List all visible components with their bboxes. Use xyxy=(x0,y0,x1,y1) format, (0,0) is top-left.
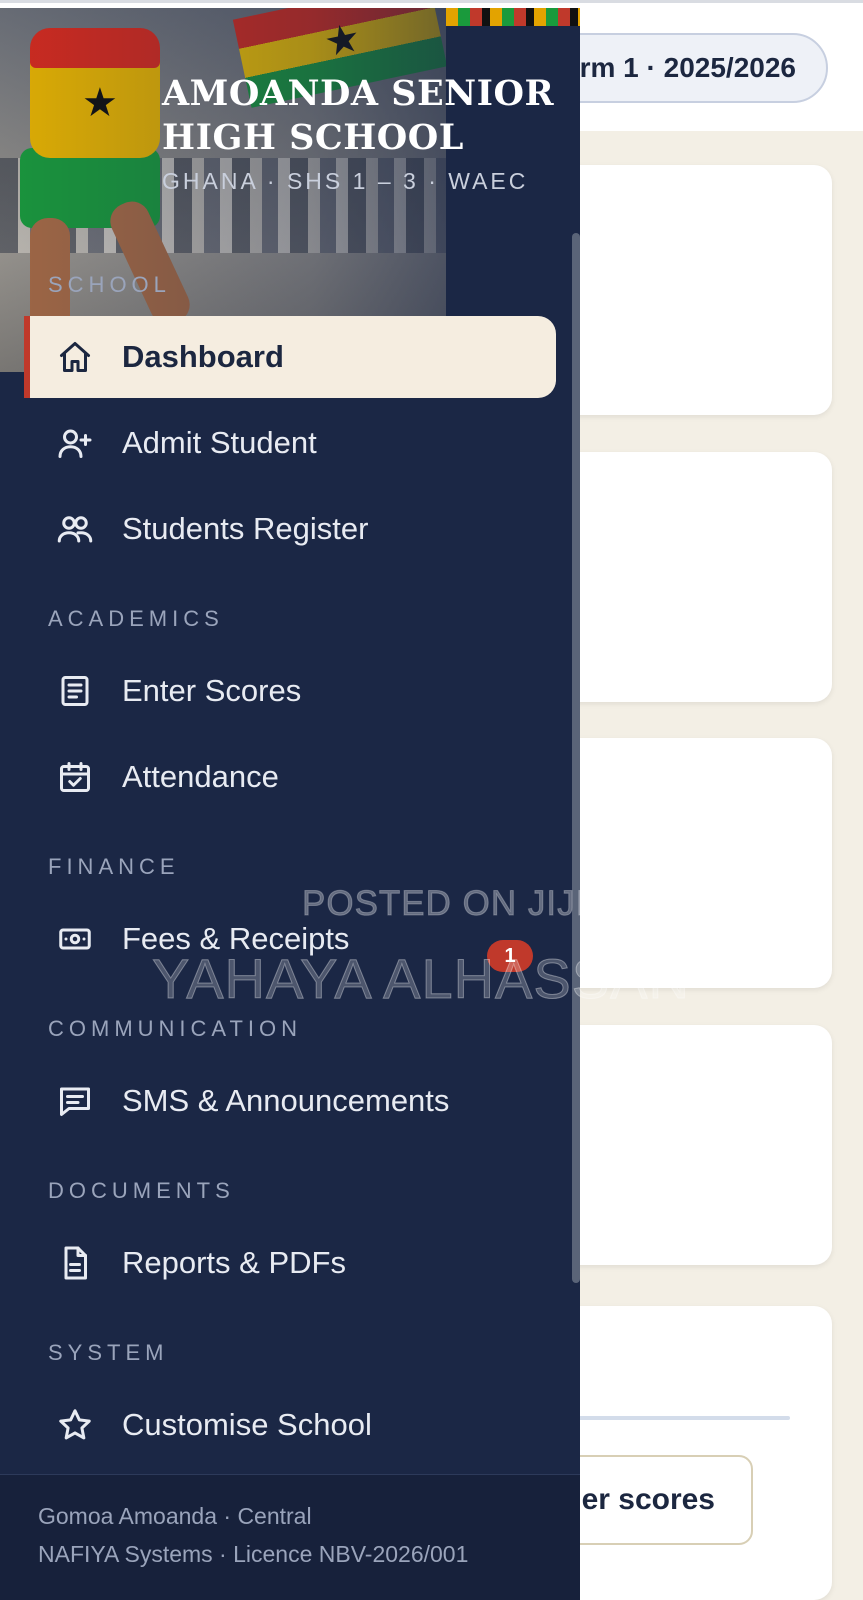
section-label-system: SYSTEM xyxy=(48,1340,169,1365)
footer-licence: NAFIYA Systems · Licence NBV-2026/001 xyxy=(38,1541,469,1567)
nav-item-enter-scores[interactable]: Enter Scores xyxy=(24,650,556,732)
document-list-icon xyxy=(56,672,94,710)
nav-item-label: Enter Scores xyxy=(122,673,302,708)
nav-item-label: SMS & Announcements xyxy=(122,1083,450,1118)
star-icon xyxy=(56,1406,94,1444)
calendar-check-icon xyxy=(56,758,94,796)
school-name-line2: HIGH SCHOOL xyxy=(162,117,464,158)
section-label-school: SCHOOL xyxy=(48,272,171,297)
nav-item-sms-announcements[interactable]: SMS & Announcements xyxy=(24,1060,556,1142)
watermark-author: YAHAYA ALHASSAN xyxy=(152,947,690,1011)
home-icon xyxy=(56,338,94,376)
navigation-drawer: ★ ★ AMOANDA SENIOR HIGH SCHOOL GHANA · S… xyxy=(0,8,580,1600)
message-icon xyxy=(56,1082,94,1120)
progress-line xyxy=(560,1416,790,1420)
nav-item-dashboard[interactable]: Dashboard xyxy=(24,316,556,398)
nav-item-label: Reports & PDFs xyxy=(122,1245,346,1280)
nav-item-label: Customise School xyxy=(122,1407,372,1442)
school-name-line1: AMOANDA SENIOR xyxy=(162,73,555,114)
nav-item-admit-student[interactable]: Admit Student xyxy=(24,402,556,484)
drawer-footer: Gomoa Amoanda · Central NAFIYA Systems ·… xyxy=(0,1474,580,1600)
nav-item-label: Students Register xyxy=(122,511,369,546)
section-label-finance: FINANCE xyxy=(48,854,180,879)
drawer-scrollbar[interactable] xyxy=(572,233,580,1283)
footer-location: Gomoa Amoanda · Central xyxy=(38,1503,312,1529)
nav-item-label: Dashboard xyxy=(122,339,284,374)
section-label-academics: ACADEMICS xyxy=(48,606,224,631)
kente-stripe xyxy=(446,8,580,26)
file-icon xyxy=(56,1244,94,1282)
nav-item-label: Admit Student xyxy=(122,425,317,460)
users-icon xyxy=(56,510,94,548)
school-name: AMOANDA SENIOR HIGH SCHOOL xyxy=(162,72,562,160)
section-label-documents: DOCUMENTS xyxy=(48,1178,235,1203)
nav-item-customise-school[interactable]: Customise School xyxy=(24,1384,556,1466)
nav-item-label: Attendance xyxy=(122,759,279,794)
section-label-communication: COMMUNICATION xyxy=(48,1016,303,1041)
cash-icon xyxy=(56,920,94,958)
school-subtitle: GHANA · SHS 1 – 3 · WAEC xyxy=(162,168,529,194)
nav-item-reports-pdfs[interactable]: Reports & PDFs xyxy=(24,1222,556,1304)
watermark-posted-on: POSTED ON JIJI xyxy=(301,884,587,924)
nav-item-students-register[interactable]: Students Register xyxy=(24,488,556,570)
nav-item-attendance[interactable]: Attendance xyxy=(24,736,556,818)
user-plus-icon xyxy=(56,424,94,462)
